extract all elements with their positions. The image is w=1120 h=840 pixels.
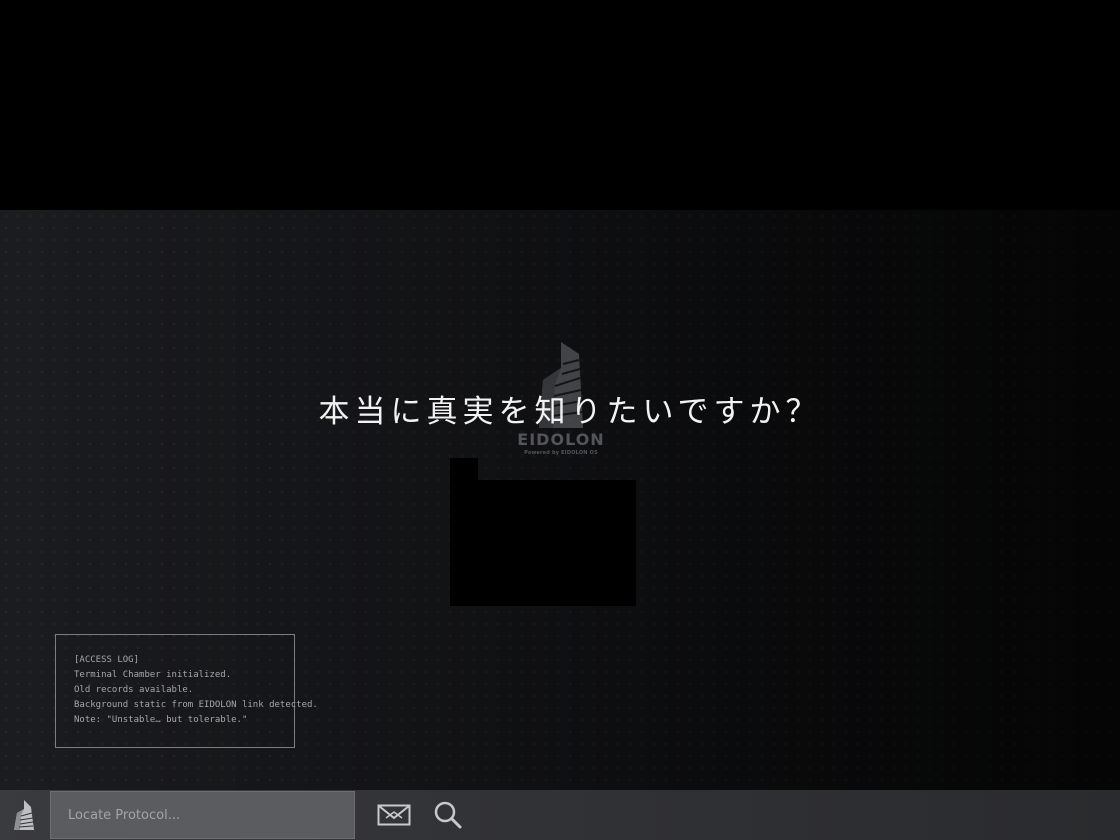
- access-log-line: [ACCESS LOG]: [74, 655, 140, 665]
- envelope-icon: [377, 804, 411, 826]
- black-window[interactable]: [450, 480, 636, 606]
- access-log-panel: [ACCESS LOG] Terminal Chamber initialize…: [55, 634, 318, 748]
- tower-icon: [14, 800, 34, 830]
- access-log-line: Note: "Unstable… but tolerable.": [74, 715, 248, 725]
- locate-protocol-input[interactable]: [50, 791, 355, 839]
- logo-tagline: Powered by EIDOLON OS: [524, 450, 598, 456]
- taskbar: [0, 790, 1120, 840]
- top-black-area: [0, 0, 1120, 210]
- overlay-question: 本当に真実を知りたいですか？: [318, 394, 822, 430]
- screen: EIDOLON Powered by EIDOLON OS 本当に真実を知りたい…: [0, 0, 1120, 840]
- logo-wordmark: EIDOLON: [517, 430, 605, 449]
- access-log-line: Background static from EIDOLON link dete…: [74, 700, 318, 710]
- access-log-line: Terminal Chamber initialized.: [74, 670, 232, 680]
- black-window-tab: [450, 458, 478, 482]
- mail-button[interactable]: [370, 790, 418, 840]
- access-log-line: Old records available.: [74, 685, 194, 695]
- search-button[interactable]: [424, 790, 472, 840]
- start-button[interactable]: [0, 790, 48, 840]
- magnifier-icon: [434, 801, 462, 829]
